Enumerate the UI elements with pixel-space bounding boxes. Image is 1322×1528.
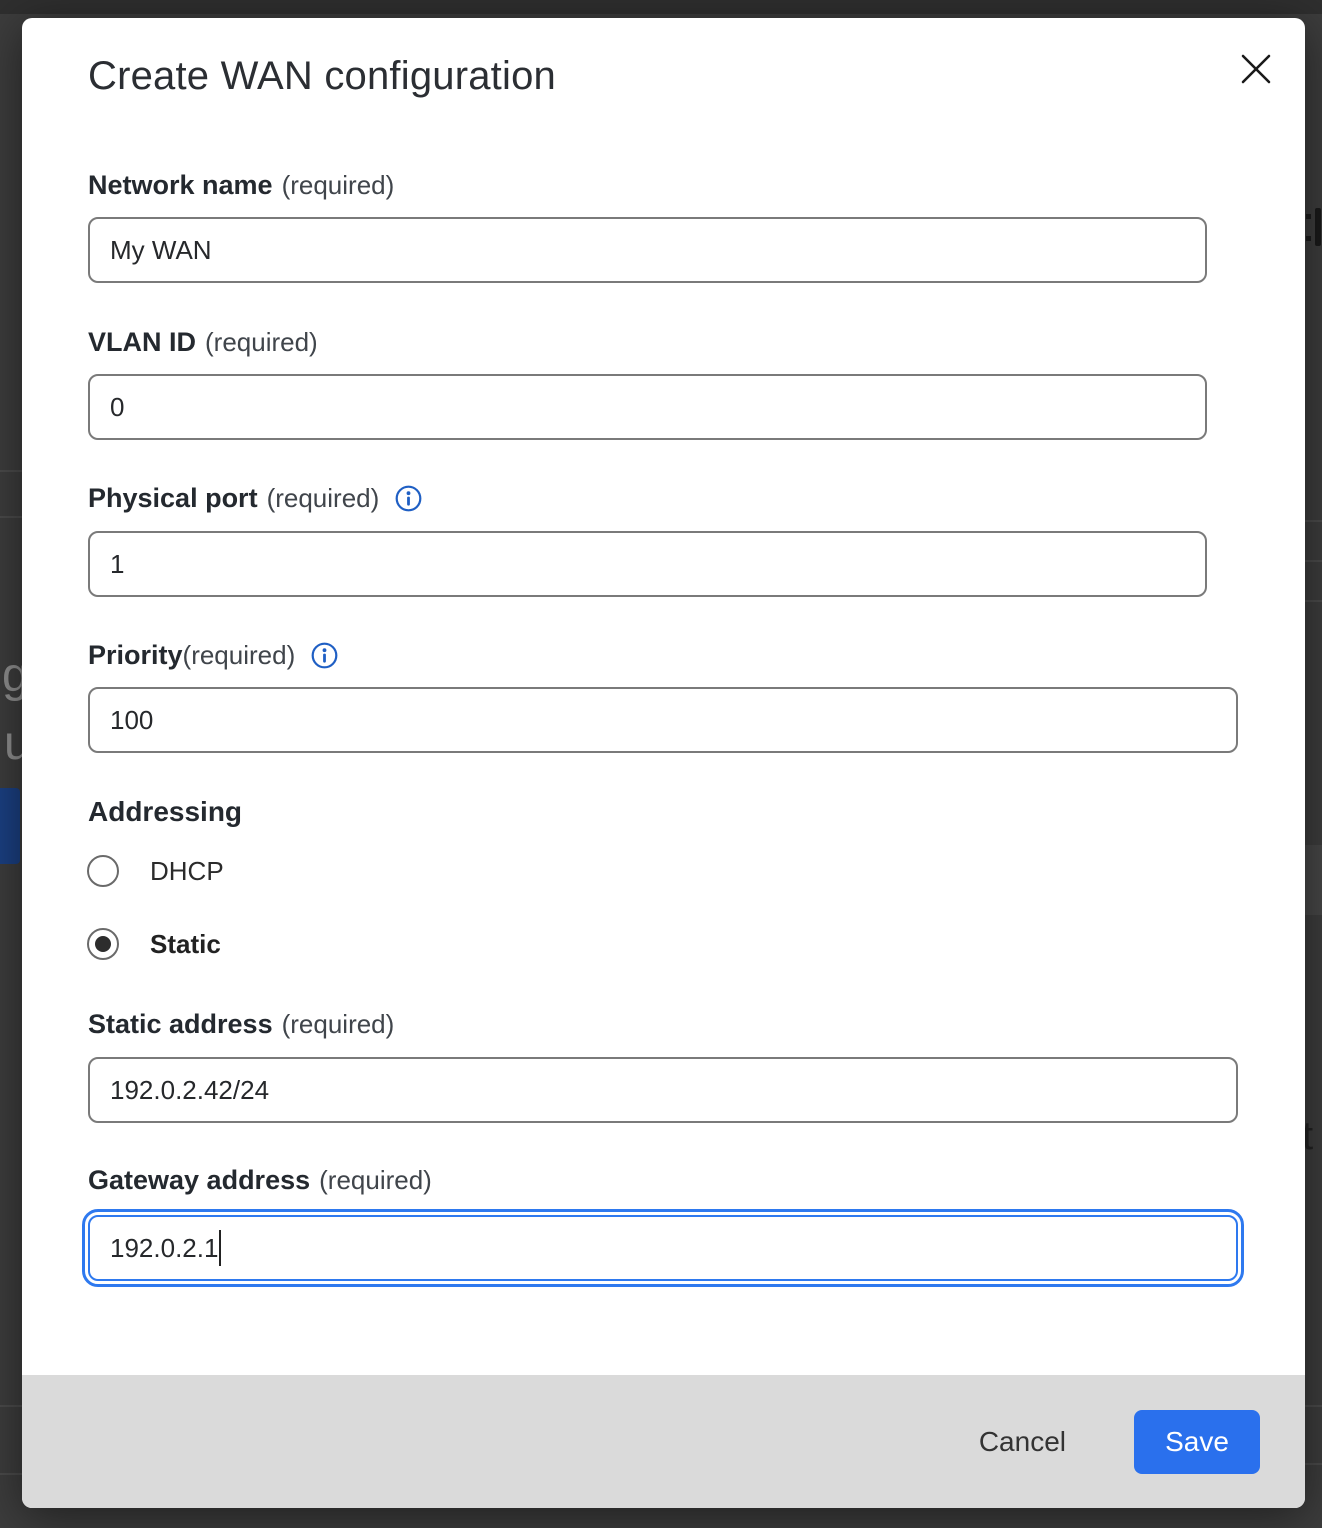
network-name-input[interactable] — [88, 217, 1207, 283]
network-name-label: Network name (required) — [88, 170, 394, 201]
physical-port-label: Physical port (required) — [88, 483, 422, 514]
gateway-address-label: Gateway address (required) — [88, 1165, 432, 1196]
radio-option-dhcp[interactable]: DHCP — [87, 855, 224, 887]
text-caret — [219, 1230, 221, 1266]
addressing-heading: Addressing — [88, 796, 242, 828]
close-button[interactable] — [1232, 45, 1280, 93]
background-bar — [1315, 208, 1321, 246]
background-top-strip — [0, 0, 1322, 14]
info-icon[interactable] — [395, 485, 422, 512]
required-hint: (required) — [319, 1165, 432, 1196]
vlan-id-input[interactable] — [88, 374, 1207, 440]
required-hint: (required) — [267, 483, 380, 514]
priority-input[interactable] — [88, 687, 1238, 753]
label-text: Priority — [88, 640, 183, 671]
required-hint: (required) — [282, 170, 395, 201]
dialog-title: Create WAN configuration — [88, 54, 556, 99]
background-dot — [1306, 214, 1311, 219]
required-hint: (required) — [205, 327, 318, 358]
background-table-line — [0, 470, 24, 472]
static-address-label: Static address (required) — [88, 1009, 394, 1040]
radio-selected-icon[interactable] — [87, 928, 119, 960]
background-table-line — [0, 516, 24, 518]
static-address-input[interactable] — [88, 1057, 1238, 1123]
background-table-line — [0, 1405, 24, 1407]
physical-port-input[interactable] — [88, 531, 1207, 597]
background-clipped-button — [0, 788, 20, 864]
label-text: Physical port — [88, 483, 258, 514]
radio-label: Static — [150, 929, 221, 960]
background-dot — [1306, 236, 1311, 241]
create-wan-configuration-dialog: Create WAN configuration Network name (r… — [22, 18, 1305, 1508]
label-text: Network name — [88, 170, 273, 201]
dialog-footer: Cancel Save — [22, 1375, 1305, 1508]
required-hint: (required) — [183, 640, 296, 671]
radio-unselected-icon[interactable] — [87, 855, 119, 887]
label-text: Static address — [88, 1009, 273, 1040]
vlan-id-label: VLAN ID (required) — [88, 327, 318, 358]
gateway-address-input[interactable] — [88, 1215, 1238, 1281]
save-button[interactable]: Save — [1134, 1410, 1260, 1474]
info-icon[interactable] — [311, 642, 338, 669]
label-text: Gateway address — [88, 1165, 310, 1196]
priority-label: Priority (required) — [88, 640, 338, 671]
radio-label: DHCP — [150, 856, 224, 887]
close-icon — [1238, 51, 1274, 87]
cancel-button[interactable]: Cancel — [973, 1416, 1072, 1468]
background-table-line — [0, 1473, 24, 1475]
required-hint: (required) — [282, 1009, 395, 1040]
radio-option-static[interactable]: Static — [87, 928, 221, 960]
label-text: VLAN ID — [88, 327, 196, 358]
